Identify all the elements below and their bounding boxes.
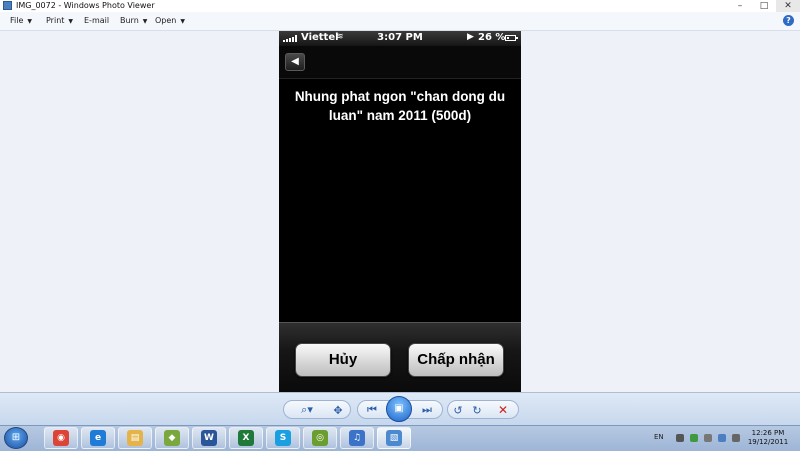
menu-open-label: Open — [155, 16, 177, 25]
chrome-icon: ◉ — [53, 430, 69, 446]
clock-date: 19/12/2011 — [747, 438, 789, 446]
help-icon[interactable]: ? — [783, 15, 794, 26]
tray-app-icon[interactable] — [690, 434, 698, 442]
previous-icon[interactable]: ⏮ — [362, 402, 382, 418]
menu-burn-label: Burn — [120, 16, 139, 25]
explorer-icon: ▤ — [127, 430, 143, 446]
media-disc-icon: ◎ — [312, 430, 328, 446]
back-button[interactable]: ◀ — [285, 53, 305, 71]
maximize-button[interactable]: □ — [752, 0, 776, 12]
skype-icon: S — [275, 430, 291, 446]
battery-icon — [505, 35, 518, 41]
taskbar-picture-app-button[interactable]: ◆ — [155, 427, 189, 449]
close-button[interactable]: ✕ — [776, 0, 800, 12]
taskbar-chrome-button[interactable]: ◉ — [44, 427, 78, 449]
menu-bar: File ▼ Print ▼ E-mail Burn ▼ Open ▼ ? — [0, 12, 800, 31]
word-icon: W — [201, 430, 217, 446]
menu-email-label: E-mail — [84, 16, 110, 25]
language-indicator[interactable]: EN — [654, 433, 664, 441]
fit-to-window-icon[interactable]: ✥ — [328, 402, 348, 418]
network-icon[interactable] — [718, 434, 726, 442]
title-bar: IMG_0072 - Windows Photo Viewer – □ ✕ — [0, 0, 800, 12]
taskbar-media-disc-button[interactable]: ◎ — [303, 427, 337, 449]
menu-email[interactable]: E-mail — [84, 15, 109, 27]
menu-file-label: File — [10, 16, 24, 25]
chevron-down-icon: ▼ — [180, 18, 185, 25]
clock-time: 12:26 PM — [751, 429, 785, 437]
picture-app-icon: ◆ — [164, 430, 180, 446]
chevron-down-icon: ▼ — [68, 18, 74, 25]
taskbar-photo-viewer-button[interactable]: ▧ — [377, 427, 411, 449]
battery-tray-icon[interactable] — [704, 434, 712, 442]
photo-viewer-app-icon — [3, 1, 12, 10]
menu-burn[interactable]: Burn ▼ — [120, 15, 147, 28]
system-clock[interactable]: 12:26 PM 19/12/2011 — [742, 429, 794, 447]
cancel-button[interactable]: Hủy — [295, 343, 391, 377]
volume-icon[interactable] — [732, 434, 740, 442]
dialog-message: Nhung phat ngon "chan dong du luan" nam … — [294, 89, 506, 123]
phone-screenshot: Viettel ≋ 3:07 PM ▶ 26 % ◀ Nhung phat ng… — [279, 31, 521, 392]
battery-percent: 26 % — [478, 32, 506, 43]
minimize-button[interactable]: – — [728, 0, 752, 12]
phone-nav-bar: ◀ — [279, 46, 521, 79]
menu-print-label: Print — [46, 16, 65, 25]
taskbar: ⊞ ◉ e ▤ ◆ W X S ◎ ♫ ▧ EN 12:26 PM 19/12/2011 — [0, 425, 800, 451]
rotate-right-icon[interactable]: ↻ — [468, 402, 486, 418]
start-button[interactable]: ⊞ — [4, 427, 28, 449]
taskbar-word-button[interactable]: W — [192, 427, 226, 449]
action-bar: Hủy Chấp nhận — [279, 322, 521, 392]
play-icon: ▶ — [467, 32, 474, 42]
chevron-down-icon: ▼ — [142, 18, 148, 25]
taskbar-skype-button[interactable]: S — [266, 427, 300, 449]
next-icon[interactable]: ⏭ — [417, 402, 437, 418]
menu-print[interactable]: Print ▼ — [46, 15, 73, 28]
window-title: IMG_0072 - Windows Photo Viewer — [16, 1, 155, 10]
taskbar-explorer-button[interactable]: ▤ — [118, 427, 152, 449]
photo-viewer-icon: ▧ — [386, 430, 402, 446]
phone-status-bar: Viettel ≋ 3:07 PM ▶ 26 % — [279, 31, 521, 46]
rotate-left-icon[interactable]: ↺ — [449, 402, 467, 418]
delete-icon[interactable]: ✕ — [494, 402, 512, 418]
menu-open[interactable]: Open ▼ — [155, 15, 185, 28]
battery-fill — [507, 37, 509, 39]
zoom-icon[interactable]: ⌕▾ — [294, 402, 320, 418]
menu-file[interactable]: File ▼ — [10, 15, 32, 28]
tray-arrow-icon[interactable] — [676, 434, 684, 442]
internet-explorer-icon: e — [90, 430, 106, 446]
taskbar-internet-explorer-button[interactable]: e — [81, 427, 115, 449]
slideshow-button[interactable]: ▣ — [386, 396, 412, 422]
accept-button[interactable]: Chấp nhận — [408, 343, 504, 377]
taskbar-itunes-button[interactable]: ♫ — [340, 427, 374, 449]
viewer-control-bar: ⌕▾ ✥ ⏮ ▣ ⏭ ↺ ↻ ✕ — [0, 392, 800, 426]
itunes-icon: ♫ — [349, 430, 365, 446]
taskbar-excel-button[interactable]: X — [229, 427, 263, 449]
excel-icon: X — [238, 430, 254, 446]
chevron-down-icon: ▼ — [27, 18, 33, 25]
